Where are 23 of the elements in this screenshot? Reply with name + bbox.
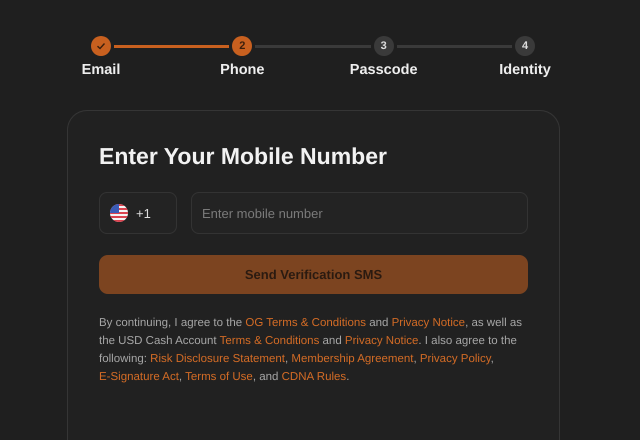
phone-number-field[interactable]: Enter mobile number: [191, 192, 528, 234]
step-number: 3: [380, 40, 387, 52]
terms-link[interactable]: E-Signature Act: [99, 371, 179, 383]
terms-link[interactable]: Privacy Policy: [420, 353, 491, 365]
flag-icon: [110, 204, 128, 222]
step-label: Identity: [499, 62, 551, 78]
terms-link[interactable]: Terms of Use: [185, 371, 253, 383]
step-number: 4: [522, 40, 528, 52]
step-label: Phone: [220, 62, 264, 78]
terms-link[interactable]: Terms & Conditions: [220, 335, 320, 347]
consent-text: By continuing, I agree to the OG Terms & Conditions and Privacy Notice, as well as the USD Cash Account Terms & Conditions and Privacy Notice. I also agree to the following: Risk Disclosure Statement, Membership Agreement, Privacy Policy, E-Signature Act, Terms of Use, and CDNA Rules.: [99, 316, 523, 385]
terms-link[interactable]: Membership Agreement: [291, 353, 414, 365]
country-code-selector[interactable]: +1: [99, 192, 177, 234]
terms-link[interactable]: Privacy Notice: [344, 335, 418, 347]
terms-link[interactable]: Risk Disclosure Statement: [150, 353, 285, 365]
step-number: 2: [239, 40, 246, 52]
terms-link[interactable]: Privacy Notice: [392, 317, 466, 329]
check-icon: [96, 41, 106, 51]
terms-link[interactable]: OG Terms & Conditions: [245, 317, 366, 329]
step-label: Passcode: [350, 62, 418, 78]
terms-link[interactable]: CDNA Rules: [282, 371, 346, 383]
card-title: Enter Your Mobile Number: [99, 143, 388, 170]
step-label: Email: [82, 62, 120, 78]
